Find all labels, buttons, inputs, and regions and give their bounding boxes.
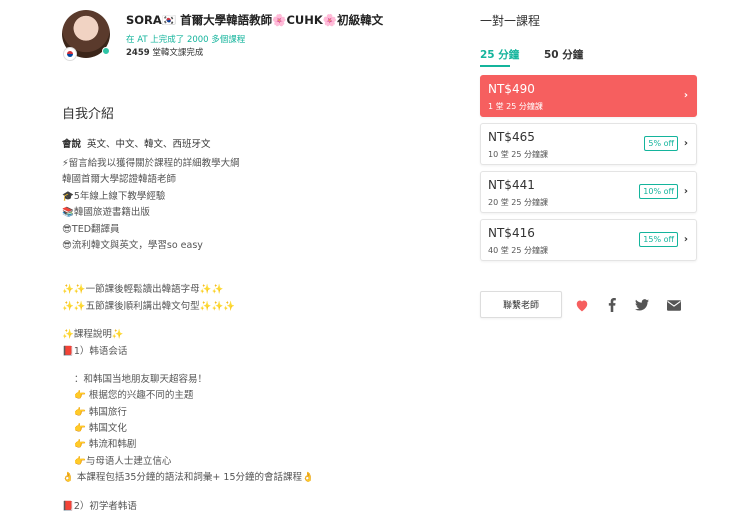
intro-description: ⚡留言給我以獲得關於課程的詳細教學大綱 󠁿韓國首爾大學認證韓語老師 🎓5年線上線…: [62, 156, 402, 515]
course-topic: 👉 韩国旅行: [74, 406, 127, 418]
course-1-summary: 👌 本課程包括35分鐘的語法和詞彙+ 15分鐘的會話課程👌: [62, 472, 314, 484]
package-price: NT$416: [488, 226, 535, 240]
package-lessons: 1 堂 25 分鐘課: [488, 102, 543, 111]
course-topic: 👉 根据您的兴趣不同的主题: [74, 390, 194, 402]
lessons-count: 2459: [126, 48, 150, 58]
course-topic: 👉与母语人士建立信心: [74, 455, 172, 467]
course-1-title: 📕1）韩语会话: [62, 345, 128, 357]
package-card-10[interactable]: NT$465 10 堂 25 分鐘課 5% off ›: [480, 123, 697, 165]
discount-badge: 15% off: [639, 232, 678, 247]
teacher-subtitle: 在 AT 上完成了 2000 多個課程: [126, 35, 246, 45]
sparkle-line: ✨✨五節課後順利講出韓文句型✨✨✨: [62, 300, 236, 312]
contact-teacher-button[interactable]: 聯繫老師: [480, 291, 562, 318]
twitter-icon[interactable]: [634, 297, 650, 313]
tab-50-min[interactable]: 50 分鐘: [544, 47, 583, 62]
course-note-title: ✨課程說明✨: [62, 329, 124, 341]
intro-line: 🎓5年線上線下教學經驗: [62, 190, 166, 202]
korea-flag-icon: [63, 47, 77, 61]
package-lessons: 20 堂 25 分鐘課: [488, 198, 548, 207]
chevron-right-icon: ›: [683, 186, 688, 197]
lessons-label: 堂韓文課完成: [152, 48, 204, 58]
intro-line: 📚韓國旅遊書籍出版: [62, 207, 150, 219]
course-topic: 👉 韩流和韩剧: [74, 439, 137, 451]
package-card-40[interactable]: NT$416 40 堂 25 分鐘課 15% off ›: [480, 219, 697, 261]
package-price: NT$490: [488, 82, 535, 96]
course-section-title: 一對一課程: [480, 14, 541, 28]
languages-value: 英文、中文、韓文、西班牙文: [87, 139, 211, 150]
intro-line: 󠁿韓國首爾大學認證韓語老師: [62, 174, 177, 186]
languages-line: 會說 英文、中文、韓文、西班牙文: [62, 136, 211, 150]
teacher-profile-header: SORA🇰🇷 首爾大學韓語教師🌸CUHK🌸初級韓文 在 AT 上完成了 2000…: [62, 10, 402, 66]
package-lessons: 40 堂 25 分鐘課: [488, 246, 548, 255]
chevron-right-icon: ›: [683, 138, 688, 149]
heart-icon[interactable]: [574, 297, 590, 313]
intro-line: 😎TED翻譯員: [62, 223, 120, 235]
course-2-title: 📕2）初学者韩语: [62, 500, 137, 512]
sparkle-line: ✨✨一節課後輕鬆讀出韓語字母✨✨: [62, 284, 224, 296]
package-price: NT$441: [488, 178, 535, 192]
chevron-right-icon: ›: [683, 90, 688, 101]
online-status-icon: [102, 47, 110, 55]
facebook-icon[interactable]: [604, 297, 620, 313]
intro-title: 自我介紹: [62, 107, 115, 122]
package-price: NT$465: [488, 130, 535, 144]
package-card-20[interactable]: NT$441 20 堂 25 分鐘課 10% off ›: [480, 171, 697, 213]
active-tab-indicator: [480, 65, 510, 67]
languages-label: 會說: [62, 139, 82, 150]
course-1-intro: ：和韩国当地朋友聊天超容易！: [74, 373, 208, 385]
tab-25-min[interactable]: 25 分鐘: [480, 47, 519, 62]
package-lessons: 10 堂 25 分鐘課: [488, 150, 548, 159]
lessons-completed: 2459 堂韓文課完成: [126, 46, 203, 58]
package-card-1[interactable]: NT$490 1 堂 25 分鐘課 ›: [480, 75, 697, 117]
duration-tabs: 25 分鐘 50 分鐘: [480, 47, 697, 67]
email-icon[interactable]: [666, 297, 682, 313]
discount-badge: 5% off: [644, 136, 678, 151]
discount-badge: 10% off: [639, 184, 678, 199]
course-topic: 👉 韩国文化: [74, 423, 127, 435]
intro-line: ⚡留言給我以獲得關於課程的詳細教學大綱: [62, 158, 240, 169]
chevron-right-icon: ›: [683, 234, 688, 245]
teacher-name: SORA🇰🇷 首爾大學韓語教師🌸CUHK🌸初級韓文: [126, 13, 384, 27]
intro-line: 😎流利韓文與英文，學習so easy: [62, 239, 203, 251]
